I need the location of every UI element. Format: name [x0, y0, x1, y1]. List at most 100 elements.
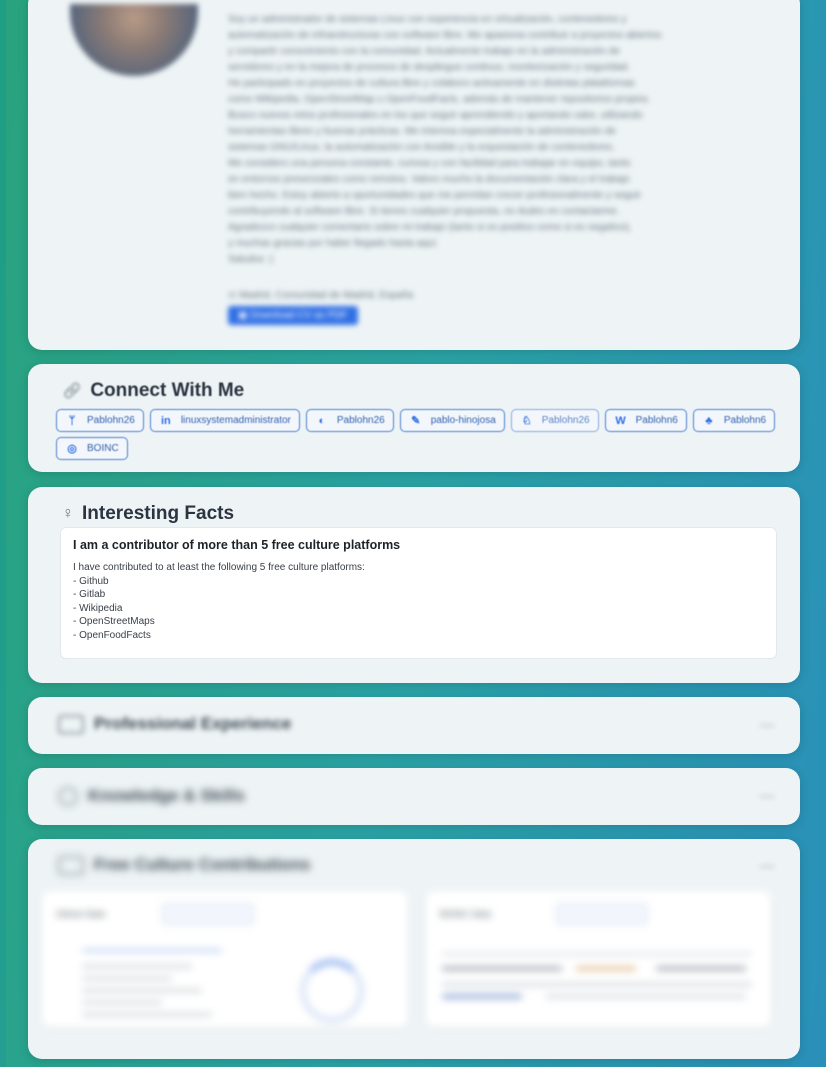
link-icon: 🔗︎ [62, 383, 83, 400]
bio-line: servidores y en la mejora de procesos de… [228, 62, 630, 73]
social-link-label: Pablohn26 [87, 415, 135, 426]
bio-line: como Wikipedia, OpenStreetMap u OpenFood… [228, 94, 651, 105]
bio-line: y compartir conocimiento con la comunida… [228, 46, 620, 57]
facts-card: ♀ Interesting Facts I am a contributor o… [28, 487, 800, 683]
social-link-chip[interactable]: ♣ Pablohn6 [692, 409, 776, 432]
free-culture-heading: Free Culture Contributions [58, 855, 310, 875]
social-link-chip[interactable]: ◎ BOINC [56, 437, 128, 460]
stat-line [82, 977, 172, 980]
table-cell [442, 967, 562, 970]
boinc-stats-panel: BOINC Stats [426, 891, 771, 1027]
social-link-label: pablo-hinojosa [430, 415, 496, 426]
table-rule [442, 953, 752, 955]
connect-card: 🔗︎ Connect With Me ᛘ Pablohn26 in linuxsyst… [28, 364, 800, 472]
stat-line [82, 965, 192, 968]
boinc-stats-link[interactable] [556, 903, 648, 925]
table-cell [442, 983, 752, 986]
social-link-label: Pablohn26 [336, 415, 385, 426]
fact-line: - OpenStreetMaps [73, 616, 155, 628]
collapse-icon[interactable]: — [760, 716, 774, 732]
bio-line: Busco nuevos retos profesionales en los … [228, 110, 643, 121]
social-link-chip[interactable]: ✎ pablo-hinojosa [399, 409, 505, 432]
social-link-label: BOINC [87, 443, 119, 454]
fact-line: I have contributed to at least the follo… [73, 562, 365, 573]
social-link-chip[interactable]: ᛘ Pablohn26 [56, 409, 144, 432]
fact-line: - OpenFoodFacts [73, 629, 151, 641]
bio-line: automatización de infraestructuras con s… [228, 30, 662, 41]
download-cv-button[interactable]: ▣ Download CV as PDF [228, 306, 358, 325]
fact-item-body: I have contributed to at least the follo… [73, 561, 365, 643]
fact-item: I am a contributor of more than 5 free c… [60, 527, 777, 659]
git-icon: ᛘ [68, 414, 76, 427]
free-culture-title: Free Culture Contributions [94, 855, 311, 874]
bio-line: Soy un administrador de sistemas Linux c… [228, 14, 627, 25]
experience-heading: Professional Experience [58, 714, 291, 734]
social-link-chip[interactable]: W Pablohn6 [604, 409, 687, 432]
location-text: Madrid, Comunidad de Madrid, España [239, 290, 414, 301]
knowledge-heading: Knowledge & Skills [58, 786, 245, 806]
pdf-icon: ▣ [238, 310, 248, 321]
table-cell [546, 995, 746, 998]
stat-line [82, 1001, 162, 1004]
social-links: ᛘ Pablohn26 in linuxsystemadministrator ◐ Pab… [56, 409, 786, 460]
profile-card: Soy un administrador de sistemas Linux c… [28, 0, 800, 350]
bio-line: herramientas libres y buenas prácticas. … [228, 126, 616, 137]
stat-line [82, 1013, 212, 1016]
bio-line: Me considero una persona constante, curi… [228, 158, 631, 169]
free-culture-section: Free Culture Contributions — Github Stat… [28, 839, 800, 1059]
collapse-icon[interactable]: — [760, 787, 774, 803]
connect-title: Connect With Me [90, 380, 245, 401]
blog-icon: ✎ [411, 415, 421, 427]
social-link-label: Pablohn6 [635, 415, 678, 426]
fact-line: - Wikipedia [73, 602, 123, 614]
avatar [70, 4, 198, 76]
community-icon: ♣ [705, 414, 713, 427]
bio-line: Saludos :) [228, 254, 274, 265]
briefcase-icon [58, 714, 84, 734]
collapse-icon[interactable]: — [760, 857, 774, 873]
wikipedia-icon: W [615, 414, 626, 427]
github-stats-link[interactable] [162, 903, 254, 925]
stat-line [82, 949, 222, 952]
brain-icon [58, 786, 78, 806]
location: ⊙ Madrid, Comunidad de Madrid, España [228, 290, 413, 301]
facts-heading: ♀ Interesting Facts [62, 503, 234, 525]
experience-section[interactable]: Professional Experience — [28, 697, 800, 754]
table-cell [576, 967, 636, 970]
lightbulb-icon: ♀ [62, 505, 74, 522]
bio-line: en entornos presenciales como remotos. V… [228, 174, 630, 185]
download-cv-label: Download CV as PDF [250, 310, 348, 321]
github-icon: ◐ [318, 414, 326, 427]
bio-line: y muchas gracias por haber llegado hasta… [228, 238, 439, 249]
social-link-chip[interactable]: in linuxsystemadministrator [149, 409, 300, 432]
social-link-chip[interactable]: ◐ Pablohn26 [305, 409, 394, 432]
connect-heading: 🔗︎ Connect With Me [62, 380, 244, 402]
bio-line: sistemas GNU/Linux, la automatización co… [228, 142, 615, 153]
fact-line: - Gitlab [73, 589, 106, 601]
linkedin-icon: in [160, 414, 171, 427]
profile-bio: Soy un administrador de sistemas Linux c… [228, 12, 758, 268]
bio-line: bien hecho. Estoy abierto a oportunidade… [228, 190, 642, 201]
gitlab-icon: ♘ [521, 415, 532, 427]
fact-line: - Github [73, 575, 109, 587]
knowledge-title: Knowledge & Skills [88, 786, 245, 805]
table-cell [656, 967, 746, 970]
location-pin-icon: ⊙ [228, 290, 237, 301]
stat-line [82, 989, 202, 992]
knowledge-section[interactable]: Knowledge & Skills — [28, 768, 800, 825]
bio-line: Agradezco cualquier comentario sobre mi … [228, 222, 632, 233]
github-stats-panel: Github Stats [42, 891, 408, 1027]
chip-icon: ◎ [67, 443, 77, 455]
social-link-label: Pablohn26 [541, 415, 590, 426]
book-icon [58, 855, 84, 875]
social-link-chip[interactable]: ♘ Pablohn26 [510, 409, 599, 432]
github-stats-title: Github Stats [56, 909, 106, 919]
rank-ring [300, 959, 364, 1023]
experience-title: Professional Experience [94, 714, 292, 733]
facts-title: Interesting Facts [82, 503, 235, 524]
fact-item-title: I am a contributor of more than 5 free c… [73, 538, 401, 552]
bio-line: contribuyendo al software libre. Si tien… [228, 206, 620, 217]
bio-line: He participado en proyectos de cultura l… [228, 78, 635, 89]
social-link-label: Pablohn6 [723, 415, 767, 426]
table-cell [442, 995, 522, 998]
